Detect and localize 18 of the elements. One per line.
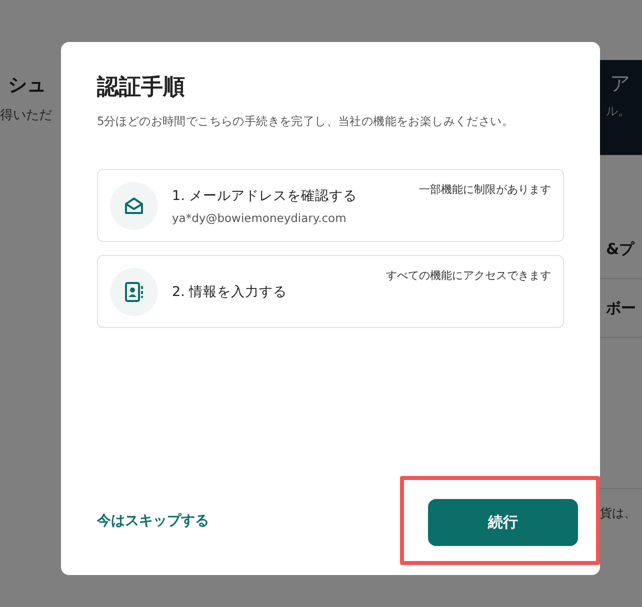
page-subtitle: 得いただ bbox=[0, 107, 53, 124]
note-text: 貨は、 bbox=[600, 488, 642, 522]
step-card[interactable]: 1. メールアドレスを確認する ya*dy@bowiemoneydiary.com 一部機能に制限があります bbox=[97, 169, 564, 242]
step-card[interactable]: 2. 情報を入力する すべての機能にアクセスできます bbox=[97, 255, 564, 328]
page-heading: シュ bbox=[8, 73, 47, 98]
step-note: 一部機能に制限があります bbox=[419, 182, 551, 197]
email-address: ya*dy@bowiemoneydiary.com bbox=[172, 210, 348, 224]
dialog-subtitle: 5分ほどのお時間でこちらの手続きを完了し、当社の機能をお楽しみください。 bbox=[97, 114, 515, 129]
skip-link[interactable]: 今はスキップする bbox=[97, 512, 209, 530]
envelope-icon bbox=[124, 196, 144, 214]
banner-text: ル。 bbox=[606, 103, 631, 120]
step-note: すべての機能にアクセスできます bbox=[386, 268, 551, 283]
banner-text: ア bbox=[609, 70, 631, 97]
dialog-title: 認証手順 bbox=[97, 74, 186, 102]
continue-button[interactable]: 続行 bbox=[428, 499, 578, 546]
step-title: 2. 情報を入力する bbox=[172, 282, 288, 300]
step-title: 1. メールアドレスを確認する bbox=[172, 186, 358, 204]
contact-card-icon bbox=[125, 282, 143, 302]
